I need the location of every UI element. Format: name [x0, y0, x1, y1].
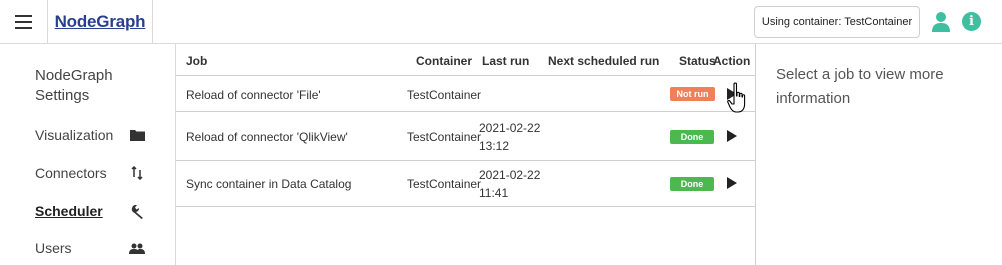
hand-pointer-cursor-icon [727, 82, 746, 113]
job-last-run: 2021-02-22 11:41 [479, 166, 549, 202]
sidebar-item-label: Scheduler [35, 203, 103, 219]
job-container: TestContainer [407, 177, 482, 191]
top-bar: NodeGraph Using container: TestContainer… [0, 0, 1002, 44]
details-placeholder: Select a job to view more information [776, 66, 944, 107]
settings-sidebar: NodeGraph Settings Visualization Connect… [0, 44, 176, 265]
users-icon [129, 240, 145, 256]
wrench-icon [129, 203, 145, 219]
panel-divider [755, 44, 756, 265]
sidebar-item-users[interactable]: Users [35, 236, 145, 260]
menu-button[interactable] [0, 0, 48, 44]
table-header: Job Container Last run Next scheduled ru… [176, 44, 756, 76]
last-run-date: 2021-02-22 [479, 168, 541, 182]
folder-icon [129, 127, 145, 143]
run-job-button[interactable] [727, 177, 737, 189]
job-container: TestContainer [407, 130, 482, 144]
job-details-panel: Select a job to view more information [757, 44, 1002, 265]
job-name: Reload of connector 'File' [186, 88, 321, 102]
run-job-button[interactable] [727, 130, 737, 142]
user-icon[interactable] [931, 11, 951, 33]
info-icon[interactable]: i [962, 12, 981, 31]
column-header-next-run[interactable]: Next scheduled run [548, 54, 659, 68]
sidebar-item-visualization[interactable]: Visualization [35, 123, 145, 147]
column-header-action[interactable]: Action [713, 54, 750, 68]
sidebar-item-connectors[interactable]: Connectors [35, 161, 145, 185]
last-run-time: 13:12 [479, 139, 510, 153]
arrows-updown-icon [129, 165, 145, 181]
logo[interactable]: NodeGraph [55, 12, 146, 32]
table-row[interactable]: Reload of connector 'QlikView' TestConta… [176, 113, 756, 161]
hamburger-icon [15, 13, 32, 31]
status-badge: Not run [670, 87, 715, 101]
table-row[interactable]: Sync container in Data Catalog TestConta… [176, 162, 756, 207]
sidebar-item-label: Users [35, 240, 72, 256]
status-badge: Done [670, 177, 714, 191]
last-run-time: 11:41 [479, 186, 509, 200]
sidebar-item-label: Visualization [35, 127, 114, 143]
column-header-container[interactable]: Container [416, 54, 472, 68]
sidebar-item-scheduler[interactable]: Scheduler [35, 199, 145, 223]
sidebar-item-label: Connectors [35, 165, 107, 181]
status-badge: Done [670, 130, 714, 144]
job-last-run: 2021-02-22 13:12 [479, 119, 549, 155]
jobs-table: Job Container Last run Next scheduled ru… [176, 44, 756, 265]
container-selector-button[interactable]: Using container: TestContainer [754, 6, 920, 38]
last-run-date: 2021-02-22 [479, 121, 541, 135]
table-row[interactable]: Reload of connector 'File' TestContainer… [176, 76, 756, 112]
logo-area[interactable]: NodeGraph [48, 0, 153, 44]
sidebar-title: NodeGraph Settings [35, 67, 113, 104]
job-name: Reload of connector 'QlikView' [186, 130, 348, 144]
job-name: Sync container in Data Catalog [186, 177, 352, 191]
column-header-job[interactable]: Job [186, 54, 207, 68]
job-container: TestContainer [407, 88, 482, 102]
column-header-last-run[interactable]: Last run [482, 54, 529, 68]
column-header-status[interactable]: Status [679, 54, 716, 68]
